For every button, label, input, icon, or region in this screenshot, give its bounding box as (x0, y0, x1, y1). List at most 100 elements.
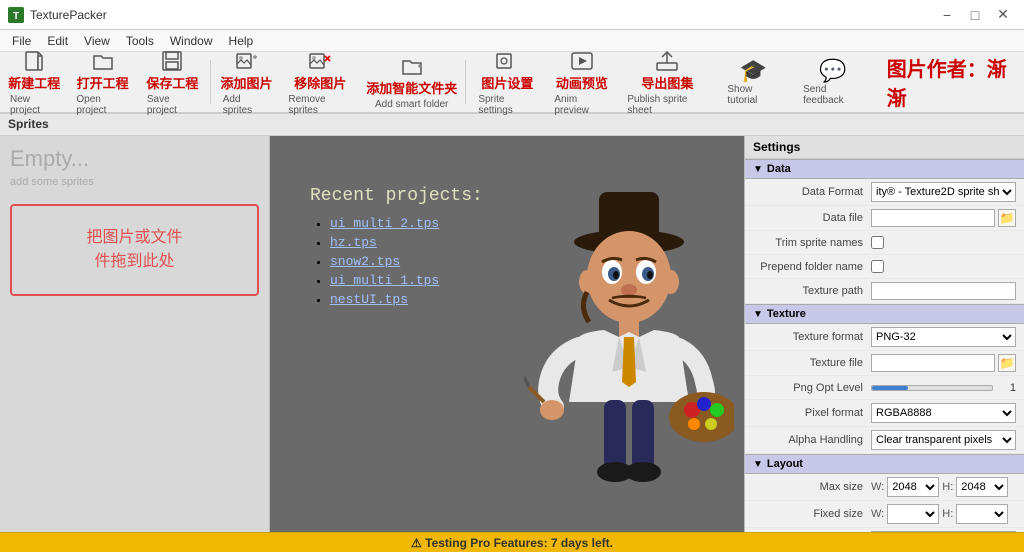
pixel-format-label: Pixel format (753, 407, 863, 419)
add-sprites-en-label: Add sprites (223, 94, 271, 116)
remove-sprites-icon (306, 49, 334, 73)
open-project-zh-label: 打开工程 (77, 73, 129, 92)
fixed-size-h-select[interactable] (956, 504, 1008, 524)
max-size-w-select[interactable]: 2048 (887, 477, 939, 497)
add-sprites-zh-label: 添加图片 (221, 73, 273, 92)
texture-section-label: Texture (767, 308, 806, 320)
send-feedback-button[interactable]: 💬 Send feedback (793, 54, 873, 110)
save-project-zh-label: 保存工程 (146, 73, 198, 92)
menu-help[interactable]: Help (221, 32, 262, 50)
trim-sprite-names-row: Trim sprite names (745, 231, 1024, 255)
recent-project-link-2[interactable]: hz.tps (330, 235, 377, 250)
add-hint: add some sprites (10, 176, 259, 188)
settings-header: Settings (745, 136, 1024, 159)
close-button[interactable]: ✕ (990, 5, 1016, 25)
menu-edit[interactable]: Edit (39, 32, 76, 50)
separator-2 (465, 60, 466, 104)
maximize-button[interactable]: □ (962, 5, 988, 25)
fixed-size-w-select[interactable] (887, 504, 939, 524)
recent-project-link-4[interactable]: ui_multi_1.tps (330, 273, 439, 288)
max-size-row: Max size W: 2048 H: 2048 (745, 474, 1024, 501)
png-opt-slider-fill (872, 386, 908, 390)
texture-section-header[interactable]: ▼ Texture (745, 304, 1024, 324)
minimize-button[interactable]: − (934, 5, 960, 25)
separator-1 (210, 60, 211, 104)
recent-projects-title: Recent projects: (310, 186, 483, 206)
texture-format-row: Texture format PNG-32 (745, 324, 1024, 351)
png-opt-slider-track (871, 385, 993, 391)
pixel-format-select[interactable]: RGBA8888 (871, 403, 1016, 423)
fixed-size-h-label: H: (942, 508, 953, 520)
png-opt-level-control: 1 (871, 382, 1016, 394)
menu-view[interactable]: View (76, 32, 118, 50)
prepend-folder-name-label: Prepend folder name (753, 261, 863, 273)
texture-format-select[interactable]: PNG-32 (871, 327, 1016, 347)
window-controls[interactable]: − □ ✕ (934, 5, 1016, 25)
drop-zone[interactable]: 把图片或文件件拖到此处 (10, 204, 259, 296)
trim-sprite-names-label: Trim sprite names (753, 237, 863, 249)
list-item: snow2.tps (330, 254, 483, 269)
alpha-handling-select[interactable]: Clear transparent pixels (871, 430, 1016, 450)
sprites-panel-header: Sprites (0, 114, 1024, 136)
layout-section-header[interactable]: ▼ Layout (745, 454, 1024, 474)
png-opt-level-row: Png Opt Level 1 (745, 376, 1024, 400)
open-project-en-label: Open project (76, 94, 128, 116)
new-project-button[interactable]: 新建工程 New project (2, 56, 66, 108)
texture-file-control: 📁 (871, 354, 1016, 372)
save-project-button[interactable]: 保存工程 Save project (139, 56, 206, 108)
texture-path-input[interactable] (871, 282, 1016, 300)
texture-file-folder-button[interactable]: 📁 (998, 354, 1016, 372)
texture-format-label: Texture format (753, 331, 863, 343)
add-sprites-icon (233, 49, 261, 73)
data-file-row: Data file 📁 (745, 206, 1024, 231)
recent-project-link-5[interactable]: nestUI.tps (330, 292, 408, 307)
toolbar: 新建工程 New project 打开工程 Open project 保存工程 … (0, 52, 1024, 114)
menu-window[interactable]: Window (162, 32, 221, 50)
size-constraints-control: POT (Power of 2) (871, 531, 1016, 532)
max-size-label: Max size (753, 481, 863, 493)
list-item: ui_multi_2.tps (330, 216, 483, 231)
max-size-h-select[interactable]: 2048 (956, 477, 1008, 497)
size-constraints-select[interactable]: POT (Power of 2) (871, 531, 1016, 532)
texture-file-input[interactable] (871, 354, 995, 372)
list-item: hz.tps (330, 235, 483, 250)
publish-button[interactable]: 导出图集 Publish sprite sheet (619, 56, 715, 108)
png-opt-level-value: 1 (996, 382, 1016, 394)
recent-project-link-3[interactable]: snow2.tps (330, 254, 400, 269)
data-file-control: 📁 (871, 209, 1016, 227)
max-size-w-label: W: (871, 481, 884, 493)
add-sprites-button[interactable]: 添加图片 Add sprites (215, 56, 279, 108)
texture-path-label: Texture path (753, 285, 863, 297)
menu-file[interactable]: File (4, 32, 39, 50)
anim-preview-button[interactable]: 动画预览 Anim preview (546, 56, 617, 108)
anim-preview-en-label: Anim preview (554, 94, 609, 116)
open-project-button[interactable]: 打开工程 Open project (68, 56, 136, 108)
canvas-panel: Recent projects: ui_multi_2.tps hz.tps s… (270, 136, 744, 532)
publish-en-label: Publish sprite sheet (627, 94, 707, 116)
data-format-select[interactable]: ity® - Texture2D sprite she (871, 182, 1016, 202)
fixed-size-label: Fixed size (753, 508, 863, 520)
layout-section-arrow: ▼ (753, 459, 763, 470)
tutorial-icon: 🎓 (740, 58, 767, 84)
texture-section-arrow: ▼ (753, 309, 763, 320)
alpha-handling-row: Alpha Handling Clear transparent pixels (745, 427, 1024, 454)
data-file-input[interactable] (871, 209, 995, 227)
trim-sprite-names-checkbox[interactable] (871, 236, 884, 249)
recent-project-link-1[interactable]: ui_multi_2.tps (330, 216, 439, 231)
save-project-icon (158, 49, 186, 73)
menu-tools[interactable]: Tools (118, 32, 162, 50)
max-size-control: W: 2048 H: 2048 (871, 477, 1016, 497)
alpha-handling-label: Alpha Handling (753, 434, 863, 446)
data-section-label: Data (767, 163, 791, 175)
prepend-folder-name-checkbox[interactable] (871, 260, 884, 273)
remove-sprites-button[interactable]: 移除图片 Remove sprites (280, 56, 360, 108)
sprite-settings-button[interactable]: 图片设置 Sprite settings (470, 56, 544, 108)
data-section-header[interactable]: ▼ Data (745, 159, 1024, 179)
add-smart-folder-button[interactable]: 添加智能文件夹 Add smart folder (362, 56, 461, 108)
data-format-row: Data Format ity® - Texture2D sprite she (745, 179, 1024, 206)
feedback-icon: 💬 (819, 58, 846, 84)
show-tutorial-button[interactable]: 🎓 Show tutorial (717, 54, 789, 110)
data-file-folder-button[interactable]: 📁 (998, 209, 1016, 227)
tutorial-label: Show tutorial (727, 84, 779, 106)
fixed-size-row: Fixed size W: H: (745, 501, 1024, 528)
